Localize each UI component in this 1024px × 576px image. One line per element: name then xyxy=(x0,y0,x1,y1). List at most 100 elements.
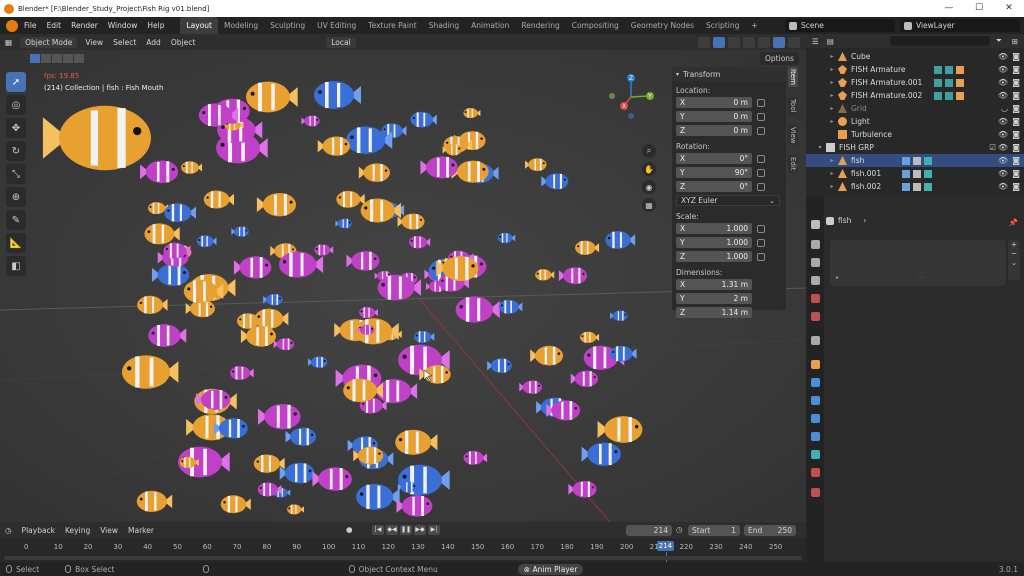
record-icon[interactable]: ● xyxy=(346,525,353,534)
eye-icon[interactable]: 👁 xyxy=(998,117,1008,126)
dimensions-z-field[interactable]: Z 1.14 m xyxy=(676,307,752,318)
camera-view-icon[interactable]: ◉ xyxy=(642,180,656,194)
world-tab-icon[interactable] xyxy=(811,312,820,321)
expand-arrow-icon[interactable]: ▸ xyxy=(828,183,836,190)
material-tab-icon[interactable] xyxy=(811,468,820,477)
filter-icon[interactable]: ⏷ xyxy=(996,36,1002,46)
collection-tab-icon[interactable] xyxy=(811,336,820,345)
camera-icon[interactable]: ◙ xyxy=(1012,104,1020,113)
select-mode-invert-icon[interactable] xyxy=(63,54,73,63)
scale-z-field[interactable]: Z 1.000 xyxy=(676,251,752,262)
timeline-scrollbar[interactable] xyxy=(4,556,802,560)
camera-icon[interactable]: ◙ xyxy=(1012,91,1020,100)
tab-edit[interactable]: Edit xyxy=(788,155,798,173)
menu-help[interactable]: Help xyxy=(147,21,164,30)
location-x-field[interactable]: X 0 m xyxy=(676,97,752,108)
rotation-y-field[interactable]: Y 90° xyxy=(676,167,752,178)
camera-icon[interactable]: ◙ xyxy=(1012,169,1020,178)
anim-player-badge[interactable]: ⊗ Anim Player xyxy=(517,563,584,575)
tab-sculpting[interactable]: Sculpting xyxy=(264,17,311,34)
lock-icon[interactable] xyxy=(757,238,765,247)
3d-viewport[interactable]: ➚ ◎ ✥ ↻ ⤡ ⊕ ✎ 📐 ◧ fps: 19.85 (214) Colle… xyxy=(0,50,806,522)
modifier-tab-icon[interactable] xyxy=(811,378,820,387)
select-mode-subtract-icon[interactable] xyxy=(52,54,62,63)
expand-arrow-icon[interactable]: ▸ xyxy=(828,118,836,125)
eye-icon[interactable]: 👁 xyxy=(998,78,1008,87)
chevron-down-icon[interactable]: ⌄ xyxy=(1008,258,1020,267)
tab-item[interactable]: Item xyxy=(788,67,798,87)
maximize-button[interactable]: ☐ xyxy=(964,0,994,17)
cursor-tool-icon[interactable]: ◎ xyxy=(6,95,26,115)
menu-marker[interactable]: Marker xyxy=(128,526,154,535)
view-layer-selector[interactable]: ViewLayer xyxy=(900,19,1020,32)
menu-add[interactable]: Add xyxy=(146,38,161,47)
rotation-x-field[interactable]: X 0° xyxy=(676,153,752,164)
lock-icon[interactable] xyxy=(757,98,765,107)
outliner-row-fish-002[interactable]: ▸ fish.002 👁 ◙ xyxy=(806,180,1024,193)
outliner-row-grid[interactable]: ▸ Grid ◡ ◙ xyxy=(806,102,1024,115)
menu-window[interactable]: Window xyxy=(108,21,138,30)
close-button[interactable]: ✕ xyxy=(994,0,1024,17)
lock-icon[interactable] xyxy=(757,252,765,261)
menu-playback[interactable]: Playback xyxy=(22,526,55,535)
lock-icon[interactable] xyxy=(757,182,765,191)
gizmo-neg-y-axis[interactable] xyxy=(609,93,615,99)
move-tool-icon[interactable]: ✥ xyxy=(6,118,26,138)
lock-icon[interactable] xyxy=(757,224,765,233)
material-shading-icon[interactable] xyxy=(773,36,785,48)
render-tab-icon[interactable] xyxy=(811,240,820,249)
camera-icon[interactable]: ◙ xyxy=(1012,182,1020,191)
menu-timeline-view[interactable]: View xyxy=(100,526,118,535)
annotate-tool-icon[interactable]: ✎ xyxy=(6,210,26,230)
timeline-editor-icon[interactable]: ◷ xyxy=(5,526,12,535)
transform-orientation-dropdown[interactable]: Local xyxy=(326,36,356,48)
timeline-ruler[interactable]: 0 10 20 30 40 50 60 70 80 90 100 110 120 130 140 150 160… xyxy=(0,538,806,562)
pan-hand-icon[interactable]: ✋ xyxy=(642,162,656,176)
output-tab-icon[interactable] xyxy=(811,258,820,267)
tab-layout[interactable]: Layout xyxy=(180,17,218,34)
camera-icon[interactable]: ◙ xyxy=(1012,52,1020,61)
dimensions-x-field[interactable]: X 1.31 m xyxy=(676,279,752,290)
eye-icon[interactable]: 👁 xyxy=(998,169,1008,178)
menu-view[interactable]: View xyxy=(85,38,103,47)
checkbox-icon[interactable]: ☑ xyxy=(989,143,996,152)
view-layer-tab-icon[interactable] xyxy=(811,276,820,285)
tab-animation[interactable]: Animation xyxy=(465,17,515,34)
transform-tool-icon[interactable]: ⊕ xyxy=(6,187,26,207)
expand-arrow-icon[interactable]: ▸ xyxy=(828,79,836,86)
jump-end-icon[interactable]: ▶| xyxy=(428,525,440,535)
add-cube-tool-icon[interactable]: ◧ xyxy=(6,256,26,276)
transform-panel-header[interactable]: ▾ Transform xyxy=(672,67,786,81)
eye-icon[interactable]: 👁 xyxy=(998,52,1008,61)
outliner-search-input[interactable] xyxy=(889,36,990,46)
menu-render[interactable]: Render xyxy=(71,21,98,30)
lock-icon[interactable] xyxy=(757,168,765,177)
eye-icon[interactable]: 👁 xyxy=(998,182,1008,191)
select-mode-intersect-icon[interactable] xyxy=(74,54,84,63)
particles-tab-icon[interactable] xyxy=(811,396,820,405)
scene-tab-icon[interactable] xyxy=(811,294,820,303)
tab-scripting[interactable]: Scripting xyxy=(700,17,745,34)
eye-icon[interactable]: 👁 xyxy=(998,143,1008,152)
overlay-icon[interactable] xyxy=(698,36,710,48)
measure-tool-icon[interactable]: 📐 xyxy=(6,233,26,253)
camera-icon[interactable]: ◙ xyxy=(1012,156,1020,165)
wireframe-shading-icon[interactable] xyxy=(743,36,755,48)
tab-uv-editing[interactable]: UV Editing xyxy=(311,17,362,34)
clock-icon[interactable]: ◷ xyxy=(676,525,683,534)
gizmo-neg-z-axis[interactable] xyxy=(628,113,634,119)
lock-icon[interactable] xyxy=(757,112,765,121)
camera-icon[interactable]: ◙ xyxy=(1012,143,1020,152)
expand-arrow-icon[interactable]: ▸ xyxy=(828,157,836,164)
pause-icon[interactable]: ❚❚ xyxy=(400,525,412,535)
object-tab-icon[interactable] xyxy=(811,360,820,369)
location-y-field[interactable]: Y 0 m xyxy=(676,111,752,122)
expand-arrow-icon[interactable]: ▸ xyxy=(828,170,836,177)
prev-keyframe-icon[interactable]: ◆◀ xyxy=(386,525,398,535)
camera-icon[interactable]: ◙ xyxy=(1012,65,1020,74)
end-frame-field[interactable]: End 250 xyxy=(744,525,796,536)
tab-modeling[interactable]: Modeling xyxy=(218,17,264,34)
expand-arrow-icon[interactable]: ▸ xyxy=(828,105,836,112)
outliner-editor-icon[interactable]: ☰ xyxy=(812,37,819,46)
blender-logo-icon[interactable] xyxy=(6,19,18,32)
